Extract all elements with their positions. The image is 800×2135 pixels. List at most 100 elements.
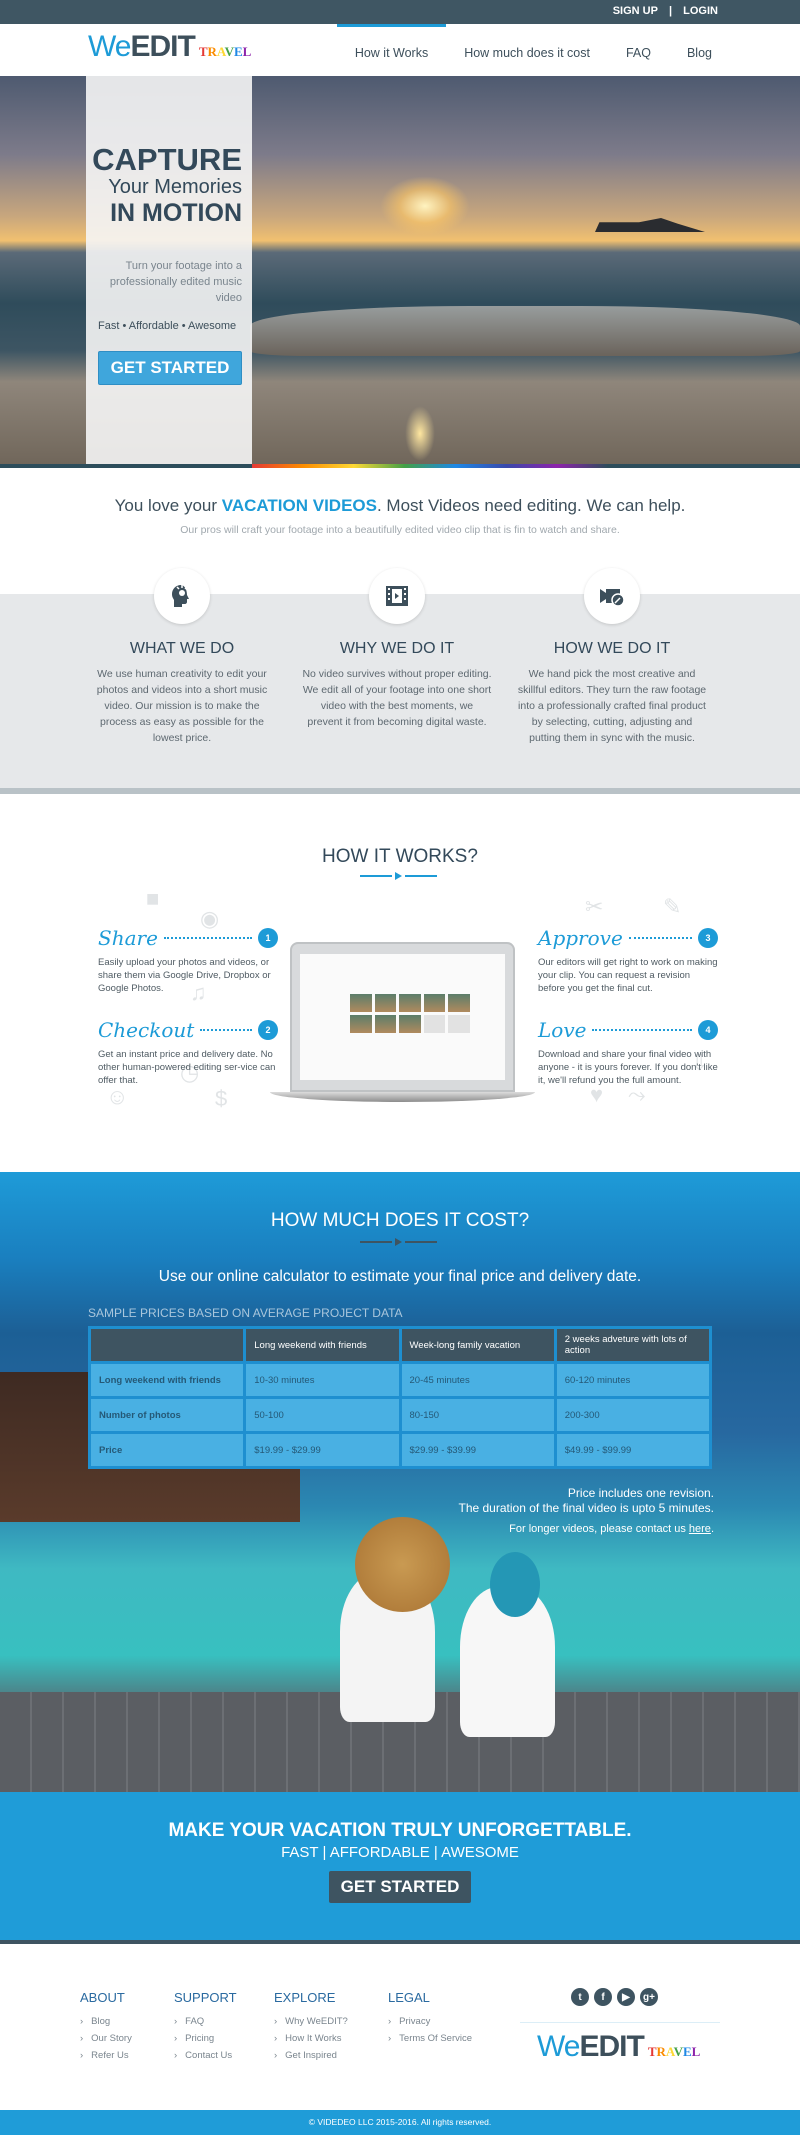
step-checkout: Checkout 2 Get an instant price and deliv… — [98, 1018, 278, 1087]
table-cell: 80-150 — [401, 1399, 554, 1431]
footer-heading: LEGAL — [388, 1990, 430, 2005]
step-name: Approve — [538, 926, 623, 950]
step-name: Love — [538, 1018, 587, 1042]
row-header: Price — [91, 1434, 244, 1466]
pricing-lead: Use our online calculator to estimate yo… — [158, 1268, 642, 1285]
logo-travel: TRAVEL — [647, 2044, 701, 2059]
footer-link[interactable]: Why WeEDIT? — [274, 2013, 348, 2030]
contact-here-link[interactable]: here — [689, 1523, 711, 1535]
google-plus-icon[interactable]: g+ — [640, 1988, 658, 2006]
twitter-icon[interactable]: t — [571, 1988, 589, 2006]
youtube-icon[interactable]: ▶ — [617, 1988, 635, 2006]
signup-link[interactable]: SIGN UP — [613, 5, 658, 17]
footer-link[interactable]: Blog — [80, 2013, 132, 2030]
pricing-note-revision: Price includes one revision. — [567, 1486, 714, 1500]
footer-link[interactable]: Our Story — [80, 2030, 132, 2047]
table-cell: 200-300 — [556, 1399, 709, 1431]
logo-travel: TRAVEL — [198, 44, 252, 59]
nav-how-much-does-it-cost[interactable]: How much does it cost — [446, 24, 608, 76]
table-row: Price $19.99 - $29.99 $29.99 - $39.99 $4… — [91, 1434, 709, 1466]
footer-link[interactable]: Pricing — [174, 2030, 237, 2047]
step-number-badge: 3 — [698, 928, 718, 948]
header: We EDIT TRAVEL How it Works How much doe… — [0, 24, 800, 76]
footer-link[interactable]: Terms Of Service — [388, 2030, 472, 2047]
step-description: Our editors will get right to work on ma… — [538, 957, 718, 994]
hero-bottom-bar — [0, 464, 252, 468]
main-nav: How it Works How much does it cost FAQ B… — [336, 24, 730, 76]
footer-heading: ABOUT — [80, 1990, 125, 2005]
table-cell: $49.99 - $99.99 — [556, 1434, 709, 1466]
feature-title: WHY WE DO IT — [339, 640, 455, 657]
hero-get-started-button[interactable]: GET STARTED — [98, 351, 242, 385]
table-cell: $19.99 - $29.99 — [246, 1434, 399, 1466]
footer-link[interactable]: Contact Us — [174, 2047, 237, 2064]
table-header-cell: Long weekend with friends — [246, 1329, 399, 1361]
sample-prices-label: SAMPLE PRICES BASED ON AVERAGE PROJECT D… — [88, 1306, 403, 1320]
feature-what-we-do: WHAT WE DO We use human creativity to ed… — [87, 568, 277, 746]
auth-separator: | — [669, 5, 673, 17]
table-header-row: Long weekend with friends Week-long fami… — [91, 1329, 709, 1361]
hero-sun — [380, 176, 470, 236]
hero-subtext: Turn your footage into a professionally … — [109, 260, 242, 304]
footer-logo[interactable]: We EDIT TRAVEL — [537, 2030, 700, 2064]
row-header: Number of photos — [91, 1399, 244, 1431]
film-play-icon — [369, 568, 425, 624]
footer-link[interactable]: How It Works — [274, 2030, 348, 2047]
nav-how-it-works[interactable]: How it Works — [336, 24, 447, 76]
feature-text: No video survives without proper editing… — [302, 668, 492, 728]
laptop-base — [270, 1092, 535, 1102]
intro-lead: You love your VACATION VIDEOS. Most Vide… — [114, 496, 686, 515]
cta-headline: MAKE YOUR VACATION TRULY UNFORGETTABLE. — [168, 1820, 632, 1841]
nav-blog[interactable]: Blog — [669, 24, 730, 76]
step-share: Share 1 Easily upload your photos and vid… — [98, 926, 278, 995]
footer-divider — [520, 2022, 720, 2023]
table-row: Number of photos 50-100 80-150 200-300 — [91, 1399, 709, 1431]
scissors-icon: ✂ — [585, 894, 604, 919]
logo[interactable]: We EDIT TRAVEL — [88, 30, 251, 64]
feature-how-we-do-it: HOW WE DO IT We hand pick the most creat… — [517, 568, 707, 746]
hero-panel: CAPTURE Your Memories IN MOTION Turn you… — [86, 76, 252, 468]
table-cell: $29.99 - $39.99 — [401, 1434, 554, 1466]
video-camera-icon: ■ — [146, 886, 160, 911]
step-number-badge: 1 — [258, 928, 278, 948]
pricing-title: HOW MUCH DOES IT COST? — [270, 1210, 530, 1231]
pricing-notes: Price includes one revision. The duratio… — [459, 1486, 715, 1537]
step-approve: Approve 3 Our editors will get right to w… — [538, 926, 718, 995]
pricing-table: Long weekend with friends Week-long fami… — [88, 1326, 712, 1469]
facebook-icon[interactable]: f — [594, 1988, 612, 2006]
footer-link[interactable]: Refer Us — [80, 2047, 132, 2064]
hero-headline-2: Your Memories — [108, 176, 242, 198]
auth-links: SIGN UP | LOGIN — [609, 5, 722, 17]
feature-title: WHAT WE DO — [129, 640, 235, 657]
intro-highlight: VACATION VIDEOS — [221, 496, 377, 515]
login-link[interactable]: LOGIN — [683, 5, 718, 17]
footer-link[interactable]: Privacy — [388, 2013, 472, 2030]
row-header: Long weekend with friends — [91, 1364, 244, 1396]
pricing-title-divider — [360, 1238, 437, 1246]
table-header-cell: Week-long family vacation — [401, 1329, 554, 1361]
hero-wave — [250, 306, 800, 356]
step-description: Get an instant price and delivery date. … — [98, 1049, 276, 1086]
footer-link[interactable]: FAQ — [174, 2013, 237, 2030]
footer-col-legal: LEGAL Privacy Terms Of Service — [388, 1990, 472, 2047]
step-name: Share — [98, 926, 158, 950]
footer-col-explore: EXPLORE Why WeEDIT? How It Works Get Ins… — [274, 1990, 348, 2064]
how-it-works-title: HOW IT WORKS? — [322, 846, 478, 867]
photo-thumbnails — [350, 994, 470, 1033]
nav-faq[interactable]: FAQ — [608, 24, 669, 76]
hero-banner: CAPTURE Your Memories IN MOTION Turn you… — [0, 76, 800, 468]
intro-section: You love your VACATION VIDEOS. Most Vide… — [0, 496, 800, 536]
table-header-cell — [91, 1329, 244, 1361]
table-cell: 20-45 minutes — [401, 1364, 554, 1396]
hero-headline-3: IN MOTION — [110, 199, 242, 227]
logo-we: We — [537, 2030, 580, 2063]
footer-heading: EXPLORE — [274, 1990, 336, 2005]
footer-link[interactable]: Get Inspired — [274, 2047, 348, 2064]
footer-heading: SUPPORT — [174, 1990, 237, 2005]
laptop-screen — [290, 942, 515, 1092]
cta-get-started-button[interactable]: GET STARTED — [329, 1871, 471, 1903]
table-cell: 10-30 minutes — [246, 1364, 399, 1396]
bg-straw-hat — [355, 1517, 450, 1612]
footer-col-support: SUPPORT FAQ Pricing Contact Us — [174, 1990, 237, 2064]
feature-title: HOW WE DO IT — [553, 640, 671, 657]
